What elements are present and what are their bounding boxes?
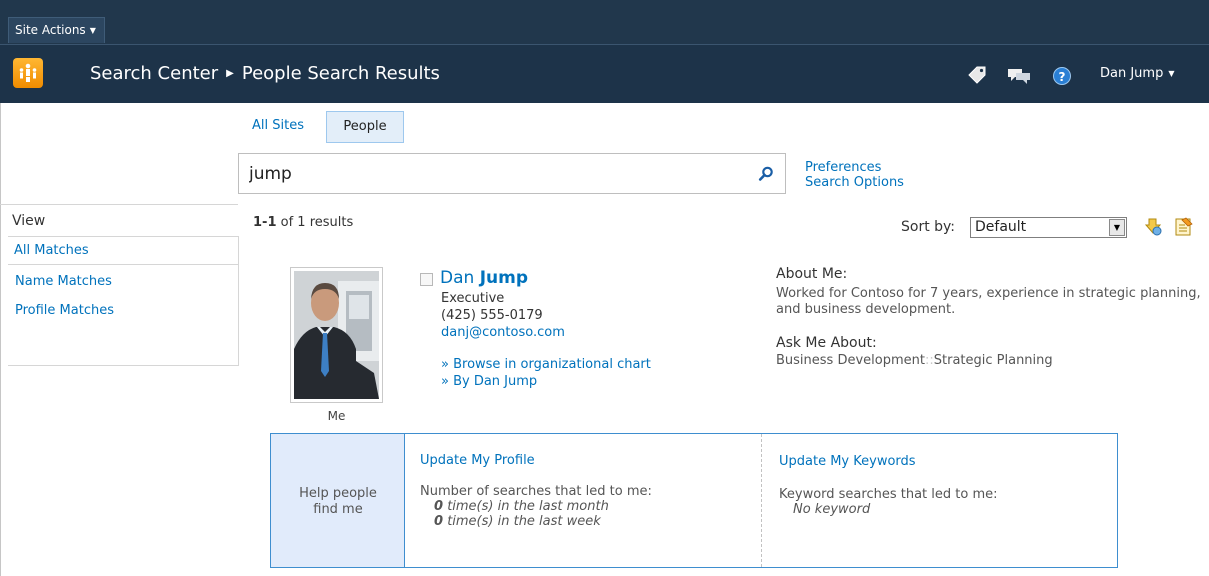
ask-me-about-list: Business Development::Strategic Planning <box>776 353 1201 369</box>
help-panel-title: Help people find me <box>299 486 377 517</box>
help-icon[interactable]: ? <box>1053 67 1071 85</box>
divider <box>0 204 238 205</box>
nav-item-profile-matches[interactable]: Profile Matches <box>15 303 114 318</box>
update-my-keywords-link[interactable]: Update My Keywords <box>779 454 916 469</box>
site-actions-menu[interactable]: Site Actions ▼ <box>8 17 105 43</box>
tab-all-sites[interactable]: All Sites <box>252 111 304 143</box>
month-stat: 0 time(s) in the last month <box>420 499 652 514</box>
ribbon-bar: Site Actions ▼ <box>0 0 1209 44</box>
nav-item-all-matches[interactable]: All Matches <box>14 243 89 258</box>
preferences-link[interactable]: Preferences <box>805 160 904 175</box>
profile-photo[interactable] <box>290 267 383 403</box>
view-heading: View <box>12 213 46 229</box>
person-email-link[interactable]: danj@contoso.com <box>441 325 565 340</box>
nav-item-name-matches[interactable]: Name Matches <box>15 274 112 289</box>
breadcrumb-arrow-icon: ▶ <box>226 68 234 79</box>
search-options-link[interactable]: Search Options <box>805 175 904 190</box>
no-keyword-value: No keyword <box>793 502 871 517</box>
keyword-stats-heading: Keyword searches that led to me: <box>779 487 998 502</box>
by-person-link[interactable]: » By Dan Jump <box>441 374 537 389</box>
ask-me-about-heading: Ask Me About: <box>776 335 877 351</box>
page-left-border <box>0 103 8 576</box>
sort-select[interactable]: Default ▼ <box>970 217 1127 238</box>
search-links: Preferences Search Options <box>805 160 904 190</box>
result-count: 1-1 of 1 results <box>253 215 353 230</box>
help-people-find-me-panel: Help people find me Update My Profile Nu… <box>270 433 1118 568</box>
search-icon[interactable] <box>757 165 775 183</box>
tab-people[interactable]: People <box>326 111 404 143</box>
person-title: Executive <box>441 291 505 306</box>
tag-icon[interactable] <box>965 65 987 85</box>
site-actions-label: Site Actions <box>15 23 86 37</box>
sort-select-value: Default <box>975 219 1027 235</box>
result-range: 1-1 <box>253 215 277 230</box>
no-keyword-text: No keyword <box>779 502 998 517</box>
ask-me-about-item: Strategic Planning <box>933 353 1053 368</box>
alert-me-icon[interactable] <box>1143 216 1163 238</box>
result-count-suffix: of 1 results <box>280 215 354 230</box>
rss-icon[interactable] <box>1174 216 1194 238</box>
person-name-link[interactable]: Dan Jump <box>440 268 528 288</box>
person-photo-image <box>294 271 379 399</box>
chevron-down-icon: ▼ <box>89 26 96 35</box>
month-suffix: time(s) in the last month <box>447 499 609 514</box>
chevron-down-icon[interactable]: ▼ <box>1109 219 1125 236</box>
about-me-heading: About Me: <box>776 266 848 282</box>
photo-caption: Me <box>327 409 346 423</box>
ask-me-about-item: Business Development <box>776 353 925 368</box>
title-bar: Search Center ▶ People Search Results ? Da… <box>0 44 1209 103</box>
breadcrumb-site[interactable]: Search Center <box>90 63 218 84</box>
dashed-divider <box>761 434 762 567</box>
user-name: Dan Jump <box>1100 66 1164 81</box>
about-me-text: Worked for Contoso for 7 years, experien… <box>776 286 1201 317</box>
site-logo-icon[interactable] <box>13 58 43 88</box>
keyword-stats: Keyword searches that led to me: No keyw… <box>779 487 998 517</box>
week-stat: 0 time(s) in the last week <box>420 514 652 529</box>
search-stats: Number of searches that led to me: 0 tim… <box>420 484 652 529</box>
help-panel-title-cell: Help people find me <box>271 434 405 567</box>
week-count: 0 <box>434 514 444 529</box>
chevron-down-icon: ▼ <box>1168 69 1175 78</box>
week-suffix: time(s) in the last week <box>447 514 601 529</box>
search-box <box>238 153 786 194</box>
search-stats-heading: Number of searches that led to me: <box>420 484 652 499</box>
sort-by-label: Sort by: <box>901 219 956 235</box>
ask-separator: :: <box>924 353 934 368</box>
person-phone: (425) 555-0179 <box>441 308 543 323</box>
user-menu[interactable]: Dan Jump ▼ <box>1100 66 1175 81</box>
person-first-name: Dan <box>440 268 475 288</box>
update-my-profile-link[interactable]: Update My Profile <box>420 453 535 468</box>
page-title: People Search Results <box>241 63 440 84</box>
result-checkbox[interactable] <box>420 273 433 286</box>
search-input[interactable] <box>249 162 729 186</box>
browse-org-chart-link[interactable]: » Browse in organizational chart <box>441 357 651 372</box>
breadcrumb: Search Center ▶ People Search Results <box>90 63 440 85</box>
person-last-name: Jump <box>479 268 529 288</box>
month-count: 0 <box>434 499 444 514</box>
notes-icon[interactable] <box>1006 65 1032 85</box>
nav-divider <box>8 264 239 265</box>
